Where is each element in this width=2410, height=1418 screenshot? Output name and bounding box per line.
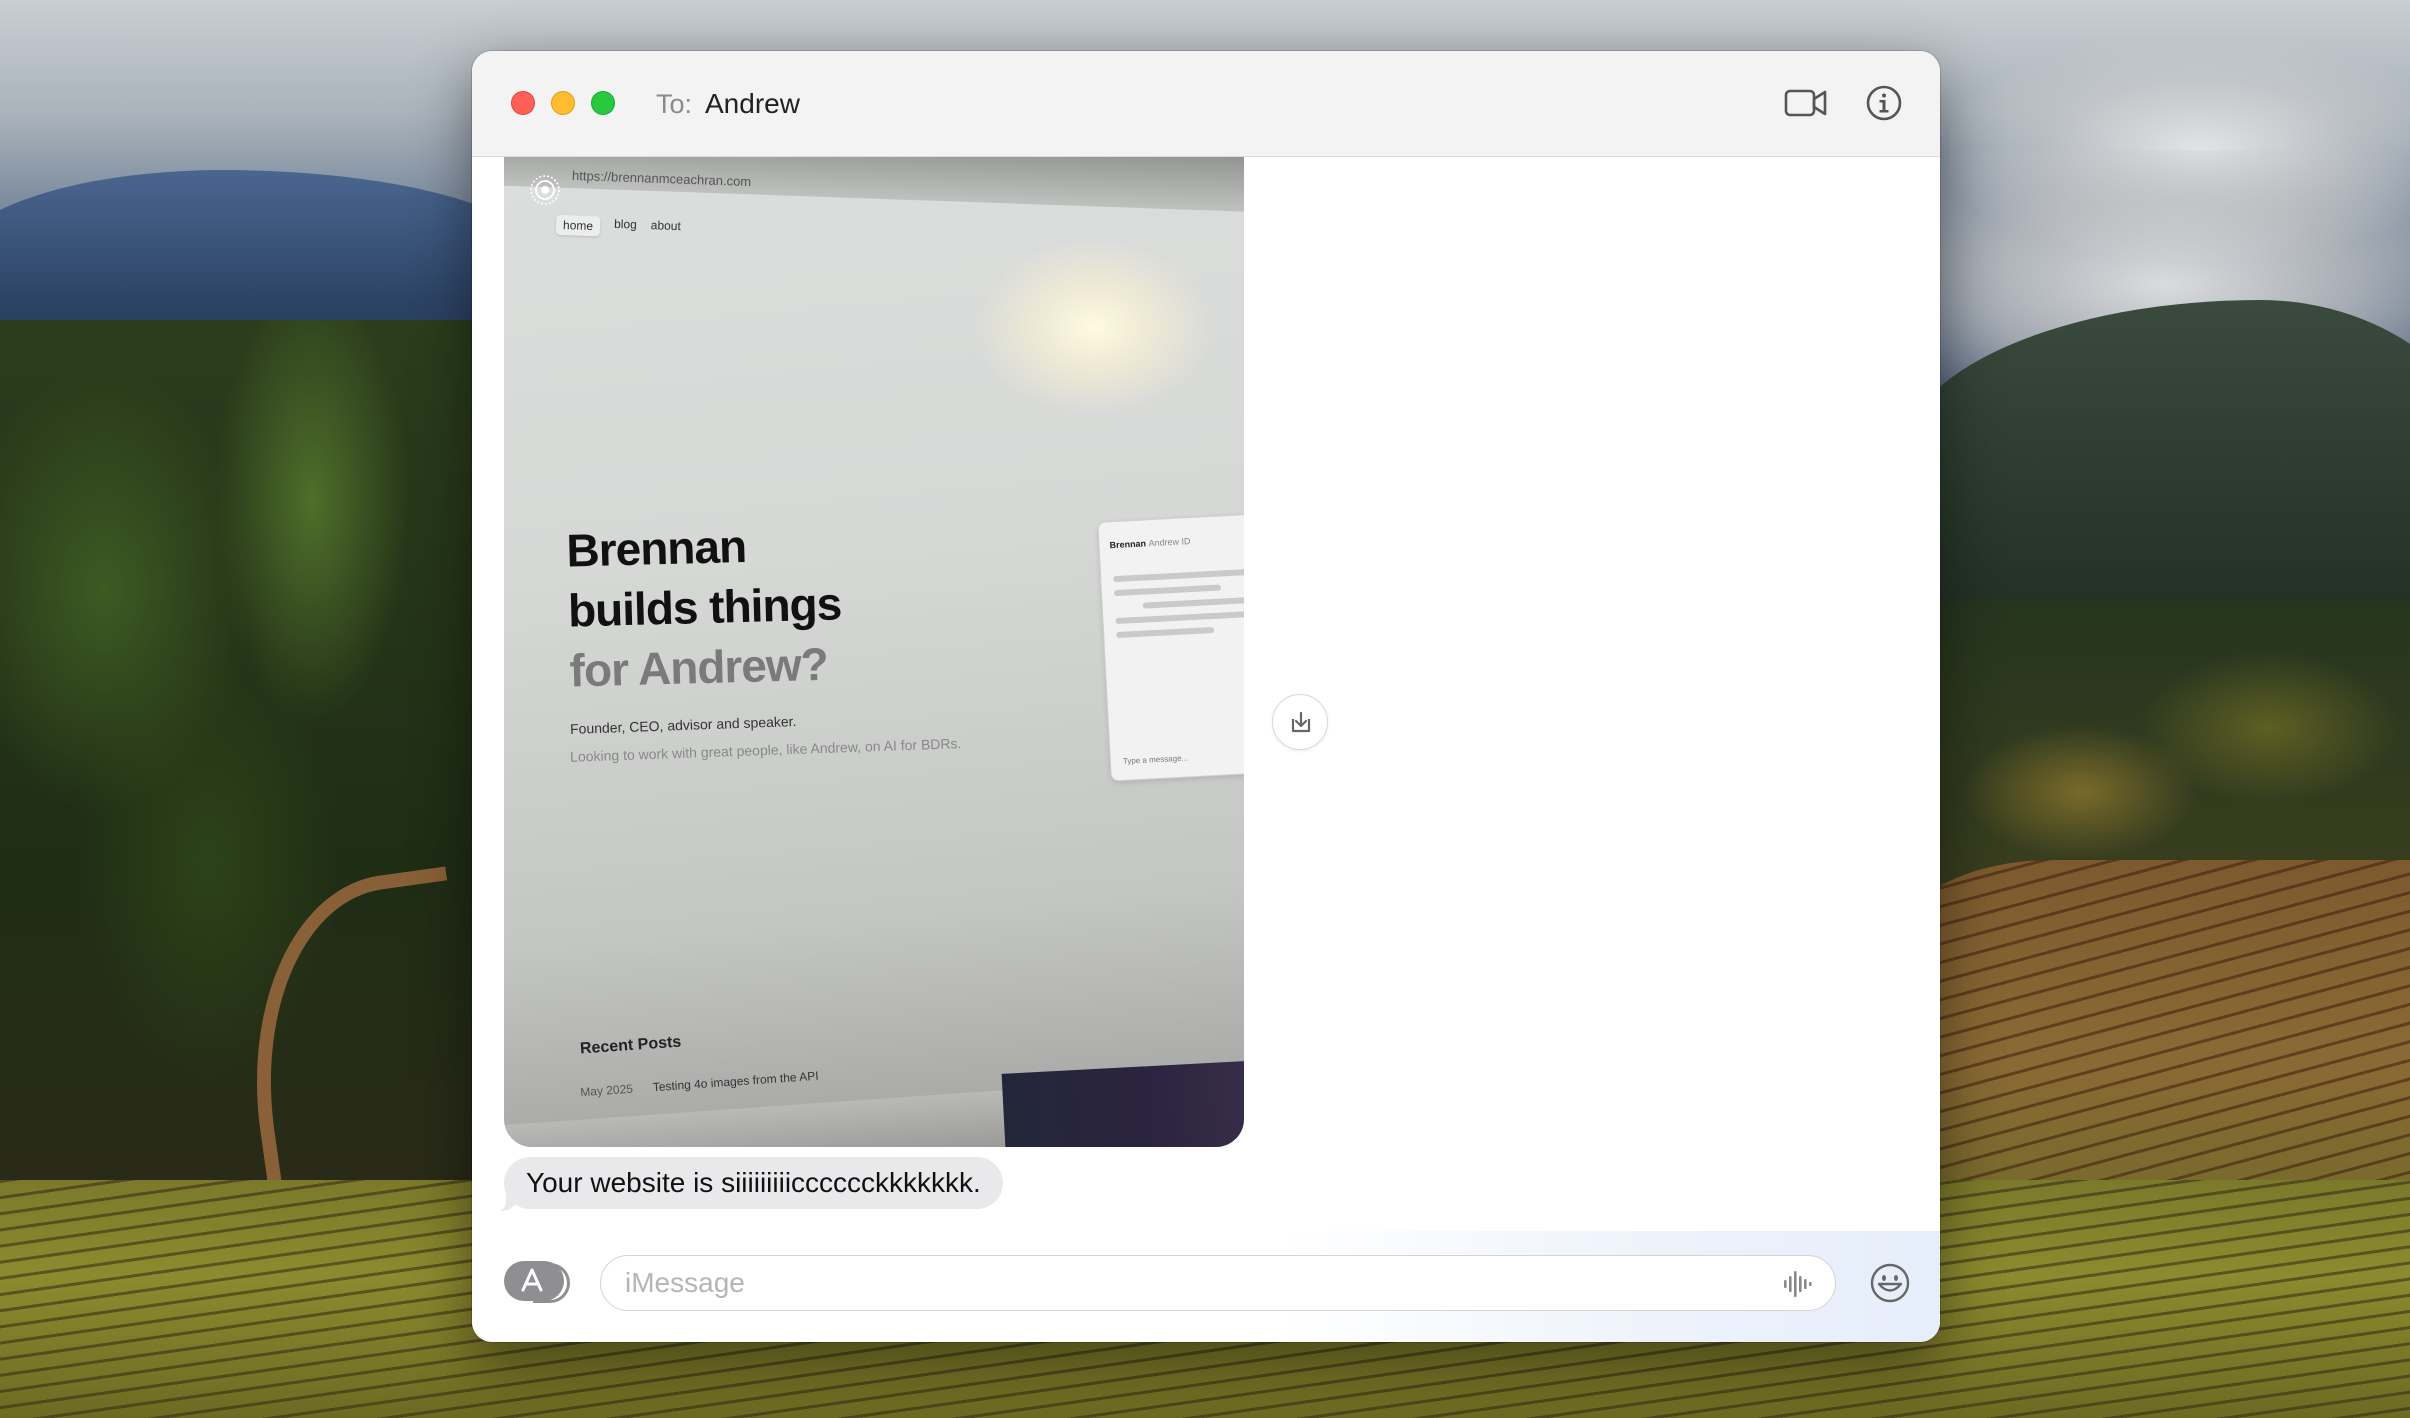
title-bar: To: Andrew: [472, 51, 1940, 157]
photo-nav-item: blog: [613, 216, 638, 232]
photo-subtitle: Looking to work with great people, like …: [569, 735, 962, 765]
received-message-bubble[interactable]: Your website is siiiiiiiiicccccckkkkkkk.: [504, 1157, 1003, 1209]
minimize-button[interactable]: [551, 91, 575, 115]
audio-waveform-icon[interactable]: [1780, 1267, 1814, 1301]
photo-hero-line: Brennan: [565, 519, 747, 577]
close-button[interactable]: [511, 91, 535, 115]
imessage-input[interactable]: [600, 1255, 1836, 1311]
details-button[interactable]: [1864, 83, 1904, 123]
photo-hero-heading: Brennan builds things for Andrew?: [566, 513, 844, 700]
photo-site-nav: home blog about: [555, 214, 682, 239]
emoji-icon: [1870, 1263, 1910, 1303]
message-transcript[interactable]: https://brennanmceachran.com home blog a…: [472, 157, 1940, 1342]
info-icon: [1866, 85, 1902, 121]
photo-subtitle: Founder, CEO, advisor and speaker.: [569, 713, 797, 737]
photo-browser-bar: [504, 157, 1244, 213]
photo-chat-card-name: Brennan: [1109, 538, 1147, 551]
photo-chat-line: [1116, 626, 1215, 639]
photo-post-date: May 2025: [579, 1081, 634, 1100]
photo-glare: [974, 237, 1214, 417]
facetime-button[interactable]: [1784, 85, 1828, 121]
photo-post-title: Testing 4o images from the API: [652, 1068, 819, 1095]
photo-dock: [1001, 1060, 1244, 1147]
save-to-downloads-icon: [1291, 711, 1311, 733]
apps-button[interactable]: [504, 1261, 570, 1303]
photo-chat-input: Type a message...: [1122, 753, 1189, 766]
video-camera-icon: [1784, 89, 1827, 117]
photo-nav-item: about: [650, 218, 682, 234]
photo-hero-line: for Andrew?: [568, 637, 829, 697]
to-label: To:: [656, 89, 693, 119]
photo-chat-card: Brennan Andrew ID Type a message...: [1097, 512, 1244, 782]
photo-chat-line: [1142, 595, 1244, 609]
compose-bar: [472, 1231, 1940, 1342]
messages-window: To: Andrew https://brennanmceachran.com: [472, 51, 1940, 1342]
photo-hero-line: builds things: [567, 577, 842, 637]
recipient-name[interactable]: Andrew: [705, 88, 800, 120]
save-attachment-button[interactable]: [1272, 694, 1328, 750]
emoji-button[interactable]: [1868, 1261, 1912, 1305]
live-photo-icon: [530, 175, 560, 205]
photo-chat-line: [1113, 584, 1221, 597]
photo-attachment[interactable]: https://brennanmceachran.com home blog a…: [504, 157, 1244, 1147]
photo-chat-card-title: Brennan Andrew ID: [1098, 514, 1244, 569]
photo-chat-line: [1115, 610, 1244, 625]
photo-chat-card-subtitle: Andrew ID: [1148, 536, 1191, 549]
photo-recent-posts-heading: Recent Posts: [579, 1033, 682, 1058]
photo-chat-line: [1113, 568, 1244, 583]
photo-nav-item: home: [555, 214, 601, 237]
photo-post-item: May 2025 Testing 4o images from the API: [580, 1069, 819, 1100]
app-store-icon: [521, 1268, 543, 1292]
maximize-button[interactable]: [591, 91, 615, 115]
